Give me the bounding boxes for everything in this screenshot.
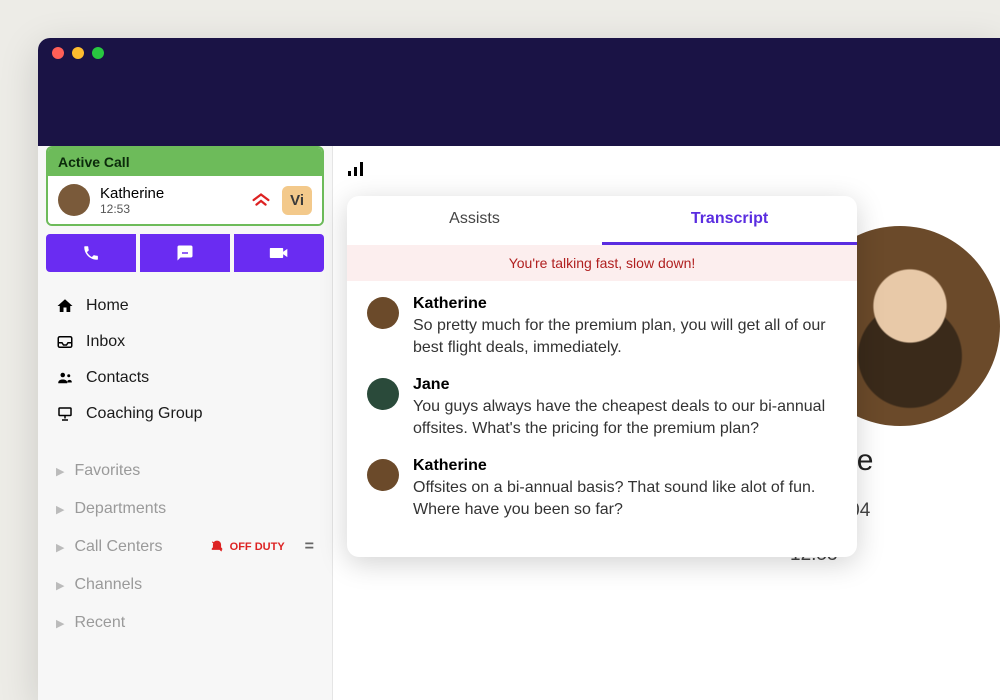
signal-bars-icon[interactable] [347, 160, 365, 178]
group-call-centers-label: Call Centers [74, 538, 162, 556]
coaching-icon [56, 405, 74, 423]
group-favorites-label: Favorites [74, 462, 140, 480]
window-titlebar [38, 38, 1000, 68]
action-row [46, 234, 324, 272]
group-recent-label: Recent [74, 614, 125, 632]
active-call-header: Active Call [48, 148, 322, 176]
active-call-card[interactable]: Active Call Katherine 12:53 Vi [46, 146, 324, 226]
app-content: Active Call Katherine 12:53 Vi [38, 146, 1000, 700]
group-channels-label: Channels [74, 576, 142, 594]
nav-contacts-label: Contacts [86, 369, 149, 387]
nav-home[interactable]: Home [38, 288, 332, 324]
video-button[interactable] [234, 234, 324, 272]
transfer-call-icon[interactable] [250, 192, 272, 208]
caller-avatar [58, 184, 90, 216]
call-button[interactable] [46, 234, 136, 272]
main-area: herine 649-0504 12:53 Assists Transcript… [333, 146, 1000, 700]
nav-contacts[interactable]: Contacts [38, 360, 332, 396]
contacts-icon [56, 369, 74, 387]
window-close-button[interactable] [52, 47, 64, 59]
off-duty-badge[interactable]: OFF DUTY [210, 540, 285, 554]
group-call-centers[interactable]: ▶ Call Centers OFF DUTY = [38, 528, 332, 566]
message-avatar [367, 297, 399, 329]
message-avatar [367, 378, 399, 410]
chevron-right-icon: ▶ [56, 541, 64, 554]
caller-name: Katherine [100, 185, 240, 202]
tab-assists[interactable]: Assists [347, 196, 602, 245]
message-author: Jane [413, 376, 837, 394]
chevron-right-icon: ▶ [56, 503, 64, 516]
transcript-message: Jane You guys always have the cheapest d… [367, 376, 837, 441]
panel-tabs: Assists Transcript [347, 196, 857, 245]
window-minimize-button[interactable] [72, 47, 84, 59]
nav-home-label: Home [86, 297, 129, 315]
nav-coaching-label: Coaching Group [86, 405, 203, 423]
message-author: Katherine [413, 457, 837, 475]
off-duty-label: OFF DUTY [230, 541, 285, 553]
nav-coaching[interactable]: Coaching Group [38, 396, 332, 432]
home-icon [56, 297, 74, 315]
group-recent[interactable]: ▶ Recent [38, 604, 332, 642]
chevron-right-icon: ▶ [56, 617, 64, 630]
group-channels[interactable]: ▶ Channels [38, 566, 332, 604]
app-window: Active Call Katherine 12:53 Vi [38, 38, 1000, 700]
bell-off-icon [210, 540, 224, 554]
message-text: Offsites on a bi-annual basis? That soun… [413, 477, 837, 522]
sidebar: Active Call Katherine 12:53 Vi [38, 146, 333, 700]
app-header [38, 68, 1000, 146]
primary-nav: Home Inbox Contacts Coaching Group [38, 284, 332, 436]
call-duration: 12:53 [100, 202, 240, 216]
sidebar-groups: ▶ Favorites ▶ Departments ▶ Call Centers… [38, 452, 332, 642]
group-favorites[interactable]: ▶ Favorites [38, 452, 332, 490]
message-text: So pretty much for the premium plan, you… [413, 315, 837, 360]
message-avatar [367, 459, 399, 491]
nav-inbox-label: Inbox [86, 333, 125, 351]
window-zoom-button[interactable] [92, 47, 104, 59]
active-call-body: Katherine 12:53 Vi [48, 176, 322, 224]
group-departments[interactable]: ▶ Departments [38, 490, 332, 528]
vi-badge[interactable]: Vi [282, 186, 312, 215]
nav-inbox[interactable]: Inbox [38, 324, 332, 360]
transcript-message: Katherine Offsites on a bi-annual basis?… [367, 457, 837, 522]
transcript-panel: Assists Transcript You're talking fast, … [347, 196, 857, 557]
message-button[interactable] [140, 234, 230, 272]
call-info: Katherine 12:53 [100, 185, 240, 216]
message-author: Katherine [413, 295, 837, 313]
drag-handle-icon[interactable]: = [305, 538, 314, 556]
tab-transcript[interactable]: Transcript [602, 196, 857, 245]
chevron-right-icon: ▶ [56, 579, 64, 592]
inbox-icon [56, 333, 74, 351]
coaching-alert: You're talking fast, slow down! [347, 245, 857, 281]
transcript-messages: Katherine So pretty much for the premium… [347, 281, 857, 557]
chevron-right-icon: ▶ [56, 465, 64, 478]
group-departments-label: Departments [74, 500, 166, 518]
transcript-message: Katherine So pretty much for the premium… [367, 295, 837, 360]
message-text: You guys always have the cheapest deals … [413, 396, 837, 441]
